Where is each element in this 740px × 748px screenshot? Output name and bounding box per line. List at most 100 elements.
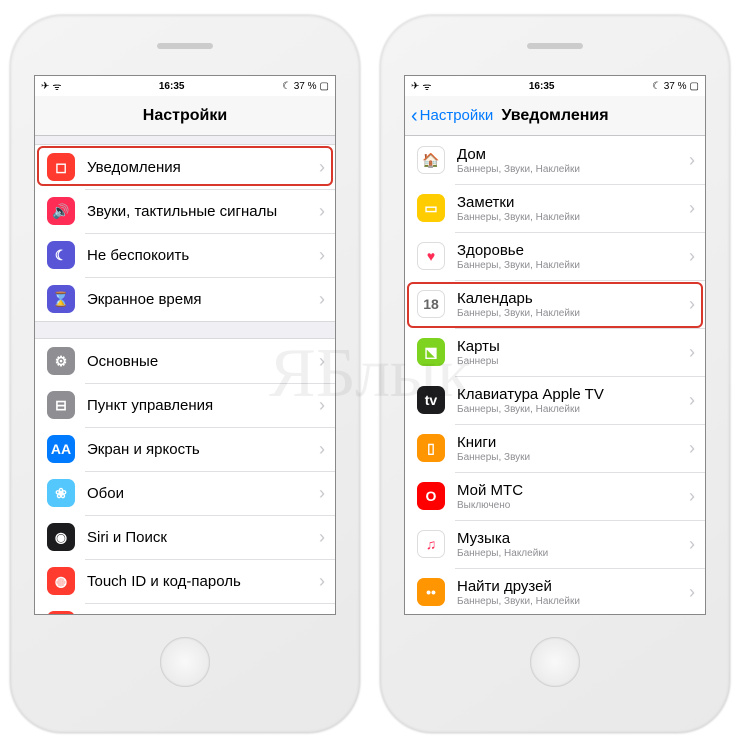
nav-title: Настройки — [143, 107, 227, 125]
books-icon: ▯ — [417, 434, 445, 462]
row-wallpaper[interactable]: ❀ Обои › — [35, 471, 335, 515]
row-label: Клавиатура Apple TV — [457, 386, 683, 403]
row-health[interactable]: ♥ Здоровье Баннеры, Звуки, Наклейки › — [405, 232, 705, 280]
chevron-right-icon: › — [689, 582, 695, 603]
dnd-icon: ☾ — [47, 241, 75, 269]
speaker — [527, 43, 583, 49]
row-calendar[interactable]: 18 Календарь Баннеры, Звуки, Наклейки › — [405, 280, 705, 328]
chevron-left-icon: ‹ — [411, 106, 418, 126]
health-icon: ♥ — [417, 242, 445, 270]
row-label: Не беспокоить — [87, 247, 313, 264]
row-sublabel: Баннеры, Звуки, Наклейки — [457, 260, 683, 271]
status-bar: ✈ ᯤ 16:35 ☾ 37 % ▢ — [35, 76, 335, 96]
notifications-icon: ◻ — [47, 153, 75, 181]
music-icon: ♫ — [417, 530, 445, 558]
chevron-right-icon: › — [319, 157, 325, 178]
home-button[interactable] — [160, 637, 210, 687]
wifi-icon: ᯤ — [52, 79, 61, 93]
row-sublabel: Баннеры, Звуки, Наклейки — [457, 212, 683, 223]
row-maps[interactable]: ⬔ Карты Баннеры › — [405, 328, 705, 376]
sos-icon: SOS — [47, 611, 75, 614]
row-label: Дом — [457, 146, 683, 163]
airplane-icon: ✈ — [411, 81, 419, 92]
row-screentime[interactable]: ⌛ Экранное время › — [35, 277, 335, 321]
phone-left: ✈ ᯤ 16:35 ☾ 37 % ▢ Настройки ◻ Уведомлен… — [10, 15, 360, 733]
row-label: Мой МТС — [457, 482, 683, 499]
home-icon: 🏠 — [417, 146, 445, 174]
speaker — [157, 43, 213, 49]
status-bar: ✈ ᯤ 16:35 ☾ 37 % ▢ — [405, 76, 705, 96]
row-label: Основные — [87, 353, 313, 370]
chevron-right-icon: › — [689, 438, 695, 459]
mts-icon: O — [417, 482, 445, 510]
row-sublabel: Баннеры, Звуки — [457, 452, 683, 463]
row-display[interactable]: AA Экран и яркость › — [35, 427, 335, 471]
chevron-right-icon: › — [319, 245, 325, 266]
row-notifications[interactable]: ◻ Уведомления › — [35, 145, 335, 189]
navbar: ‹ Настройки Уведомления — [405, 96, 705, 136]
back-label: Настройки — [420, 107, 494, 124]
chevron-right-icon: › — [689, 342, 695, 363]
row-mts[interactable]: O Мой МТС Выключено › — [405, 472, 705, 520]
row-label: Календарь — [457, 290, 683, 307]
chevron-right-icon: › — [319, 439, 325, 460]
row-sublabel: Баннеры, Звуки, Наклейки — [457, 596, 683, 607]
row-sos[interactable]: SOS Экстренный вызов — SOS › — [35, 603, 335, 614]
row-findfriends[interactable]: •• Найти друзей Баннеры, Звуки, Наклейки… — [405, 568, 705, 614]
chevron-right-icon: › — [689, 486, 695, 507]
chevron-right-icon: › — [689, 150, 695, 171]
row-label: Touch ID и код-пароль — [87, 573, 313, 590]
findfriends-icon: •• — [417, 578, 445, 606]
settings-list[interactable]: ◻ Уведомления › 🔊 Звуки, тактильные сигн… — [35, 136, 335, 614]
row-home[interactable]: 🏠 Дом Баннеры, Звуки, Наклейки › — [405, 136, 705, 184]
chevron-right-icon: › — [319, 571, 325, 592]
row-label: Экранное время — [87, 291, 313, 308]
row-label: Найти друзей — [457, 578, 683, 595]
back-button[interactable]: ‹ Настройки — [411, 106, 493, 126]
wallpaper-icon: ❀ — [47, 479, 75, 507]
battery-icon: ▢ — [690, 81, 699, 92]
row-appletv[interactable]: tv Клавиатура Apple TV Баннеры, Звуки, Н… — [405, 376, 705, 424]
row-dnd[interactable]: ☾ Не беспокоить › — [35, 233, 335, 277]
row-label: Уведомления — [87, 159, 313, 176]
navbar: Настройки — [35, 96, 335, 136]
airplane-icon: ✈ — [41, 81, 49, 92]
row-sublabel: Баннеры, Звуки, Наклейки — [457, 308, 683, 319]
notifications-list[interactable]: 🏠 Дом Баннеры, Звуки, Наклейки › ▭ Замет… — [405, 136, 705, 614]
row-notes[interactable]: ▭ Заметки Баннеры, Звуки, Наклейки › — [405, 184, 705, 232]
row-label: Книги — [457, 434, 683, 451]
chevron-right-icon: › — [689, 294, 695, 315]
siri-icon: ◉ — [47, 523, 75, 551]
chevron-right-icon: › — [689, 246, 695, 267]
row-sounds[interactable]: 🔊 Звуки, тактильные сигналы › — [35, 189, 335, 233]
wifi-icon: ᯤ — [422, 79, 431, 93]
general-icon: ⚙ — [47, 347, 75, 375]
row-siri[interactable]: ◉ Siri и Поиск › — [35, 515, 335, 559]
row-label: Музыка — [457, 530, 683, 547]
chevron-right-icon: › — [319, 201, 325, 222]
row-general[interactable]: ⚙ Основные › — [35, 339, 335, 383]
row-label: Заметки — [457, 194, 683, 211]
row-touchid[interactable]: ◍ Touch ID и код-пароль › — [35, 559, 335, 603]
chevron-right-icon: › — [319, 351, 325, 372]
home-button[interactable] — [530, 637, 580, 687]
row-books[interactable]: ▯ Книги Баннеры, Звуки › — [405, 424, 705, 472]
maps-icon: ⬔ — [417, 338, 445, 366]
chevron-right-icon: › — [689, 198, 695, 219]
row-label: Siri и Поиск — [87, 529, 313, 546]
row-music[interactable]: ♫ Музыка Баннеры, Наклейки › — [405, 520, 705, 568]
screentime-icon: ⌛ — [47, 285, 75, 313]
row-control[interactable]: ⊟ Пункт управления › — [35, 383, 335, 427]
row-sublabel: Баннеры, Наклейки — [457, 548, 683, 559]
chevron-right-icon: › — [689, 534, 695, 555]
display-icon: AA — [47, 435, 75, 463]
row-sublabel: Выключено — [457, 500, 683, 511]
status-time: 16:35 — [529, 81, 555, 92]
appletv-icon: tv — [417, 386, 445, 414]
row-label: Здоровье — [457, 242, 683, 259]
row-label: Звуки, тактильные сигналы — [87, 203, 313, 220]
row-sublabel: Баннеры, Звуки, Наклейки — [457, 164, 683, 175]
chevron-right-icon: › — [319, 395, 325, 416]
calendar-icon: 18 — [417, 290, 445, 318]
row-label: Карты — [457, 338, 683, 355]
